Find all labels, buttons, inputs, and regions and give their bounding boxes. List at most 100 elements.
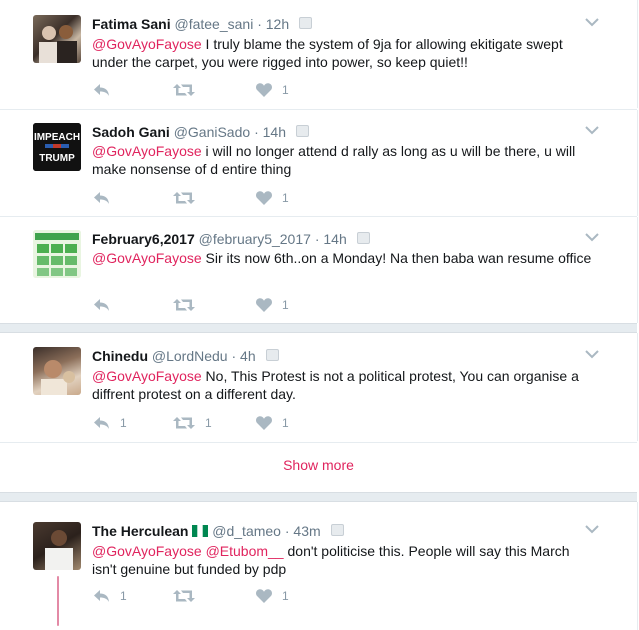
retweet-button[interactable] <box>173 587 205 605</box>
mention-link[interactable]: @GovAyoFayose <box>92 543 202 559</box>
section-separator <box>0 323 637 333</box>
tweet-text: @GovAyoFayose i will no longer attend d … <box>92 142 597 178</box>
display-name[interactable]: The Herculean <box>92 523 188 539</box>
media-icon <box>299 17 313 29</box>
avatar[interactable] <box>33 15 81 63</box>
mention-link[interactable]: @GovAyoFayose <box>92 368 202 384</box>
separator-dot: · <box>284 523 290 539</box>
tweet[interactable]: Chinedu @LordNedu · 4h @GovAyoFayose No,… <box>0 333 638 441</box>
reply-icon <box>94 417 109 429</box>
chevron-down-icon[interactable] <box>585 125 599 135</box>
mention-link[interactable]: @GovAyoFayose <box>92 36 202 52</box>
retweet-button[interactable] <box>173 296 205 314</box>
avatar[interactable] <box>33 522 81 570</box>
reply-count: 1 <box>120 589 127 603</box>
mention-link[interactable]: @GovAyoFayose <box>92 143 202 159</box>
chevron-down-icon[interactable] <box>585 17 599 27</box>
like-button[interactable]: 1 <box>256 189 289 207</box>
tweet-text: @GovAyoFayose @Etubom__ don't politicise… <box>92 542 597 578</box>
chevron-down-icon[interactable] <box>585 232 599 242</box>
tweet[interactable]: The Herculean @d_tameo · 43m @GovAyoFayo… <box>0 502 638 630</box>
reply-button[interactable]: 1 <box>93 587 127 605</box>
like-count: 1 <box>282 191 289 205</box>
like-icon <box>256 298 272 312</box>
reply-count: 1 <box>120 416 127 430</box>
tweet-text: @GovAyoFayose Sir its now 6th..on a Mond… <box>92 249 597 267</box>
media-icon <box>356 232 370 244</box>
mention-link[interactable]: @Etubom__ <box>206 543 284 559</box>
tweet[interactable]: Fatima Sani @fatee_sani · 12h @GovAyoFay… <box>0 0 638 108</box>
tweet-actions: 1 <box>93 189 353 207</box>
like-icon <box>256 416 272 430</box>
tweet-text: @GovAyoFayose I truly blame the system o… <box>92 35 597 71</box>
retweet-icon <box>173 299 195 311</box>
timestamp[interactable]: 43m <box>293 523 320 539</box>
avatar-photo-icon <box>39 25 77 63</box>
avatar-impeach-trump-icon: IMPEACH TRUMP <box>33 123 81 171</box>
timestamp[interactable]: 14h <box>323 231 346 247</box>
like-count: 1 <box>282 416 289 430</box>
nigeria-flag-icon <box>192 525 209 537</box>
display-name[interactable]: February6,2017 <box>92 231 195 247</box>
like-count: 1 <box>282 83 289 97</box>
like-count: 1 <box>282 298 289 312</box>
tweet[interactable]: February6,2017 @february5_2017 · 14h @Go… <box>0 217 638 323</box>
avatar[interactable] <box>33 347 81 395</box>
retweet-button[interactable] <box>173 81 205 99</box>
reply-button[interactable] <box>93 296 110 314</box>
retweet-icon <box>173 417 195 429</box>
timestamp[interactable]: 12h <box>266 16 289 32</box>
media-icon <box>330 524 344 536</box>
retweet-icon <box>173 192 195 204</box>
retweet-button[interactable] <box>173 189 205 207</box>
like-icon <box>256 191 272 205</box>
reply-button[interactable] <box>93 81 110 99</box>
username[interactable]: @LordNedu <box>152 348 228 364</box>
display-name[interactable]: Fatima Sani <box>92 16 171 32</box>
tweet-header: February6,2017 @february5_2017 · 14h <box>92 231 370 247</box>
tweet[interactable]: IMPEACH TRUMP Sadoh Gani @GaniSado · 14h… <box>0 110 638 216</box>
username[interactable]: @d_tameo <box>212 523 281 539</box>
username[interactable]: @february5_2017 <box>199 231 311 247</box>
separator-dot: · <box>231 348 237 364</box>
tweet-body: Sir its now 6th..on a Monday! Na then ba… <box>201 250 592 266</box>
separator-dot: · <box>254 124 259 140</box>
like-count: 1 <box>282 589 289 603</box>
display-name[interactable]: Sadoh Gani <box>92 124 170 140</box>
like-button[interactable]: 1 <box>256 296 289 314</box>
like-button[interactable]: 1 <box>256 414 289 432</box>
reply-icon <box>94 84 109 96</box>
chevron-down-icon[interactable] <box>585 524 599 534</box>
timestamp[interactable]: 4h <box>240 348 256 364</box>
media-icon <box>265 349 279 361</box>
tweet-header: Fatima Sani @fatee_sani · 12h <box>92 16 313 32</box>
tweet-header: The Herculean @d_tameo · 43m <box>92 523 344 539</box>
tweet-actions: 1 1 1 <box>93 414 353 432</box>
like-button[interactable]: 1 <box>256 587 289 605</box>
retweet-count: 1 <box>205 416 212 430</box>
avatar-photo-icon <box>41 360 75 395</box>
reply-icon <box>94 192 109 204</box>
tweet-header: Sadoh Gani @GaniSado · 14h <box>92 124 309 140</box>
retweet-button[interactable]: 1 <box>173 414 212 432</box>
reply-button[interactable]: 1 <box>93 414 127 432</box>
show-more-link[interactable]: Show more <box>0 444 637 486</box>
tweet-actions: 1 <box>93 81 353 99</box>
conversation-thread-line <box>57 576 59 626</box>
like-button[interactable]: 1 <box>256 81 289 99</box>
separator-dot: · <box>257 16 262 32</box>
username[interactable]: @GaniSado <box>174 124 250 140</box>
avatar[interactable]: IMPEACH TRUMP <box>33 123 81 171</box>
display-name[interactable]: Chinedu <box>92 348 148 364</box>
timestamp[interactable]: 14h <box>263 124 286 140</box>
mention-link[interactable]: @GovAyoFayose <box>92 250 202 266</box>
reply-button[interactable] <box>93 189 110 207</box>
chevron-down-icon[interactable] <box>585 349 599 359</box>
avatar-text: IMPEACH <box>34 132 80 143</box>
reply-icon <box>94 299 109 311</box>
retweet-icon <box>173 84 195 96</box>
username[interactable]: @fatee_sani <box>174 16 253 32</box>
tweet-header: Chinedu @LordNedu · 4h <box>92 348 279 364</box>
reply-icon <box>94 590 109 602</box>
avatar[interactable] <box>33 230 81 278</box>
